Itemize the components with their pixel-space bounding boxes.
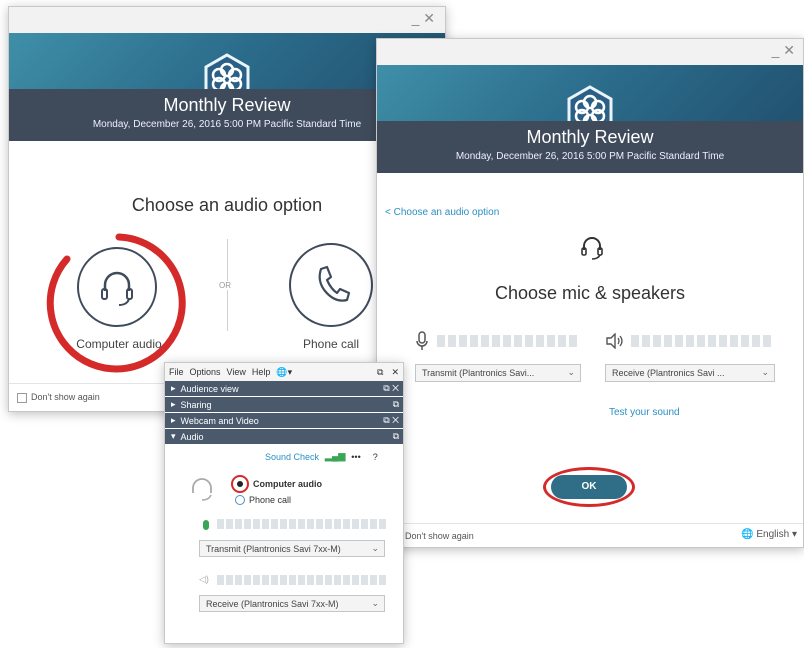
mic-active-icon [203,520,209,530]
radio-phone-label: Phone call [249,495,292,505]
language-selector[interactable]: 🌐 English ▾ [741,529,797,540]
headset-icon [581,237,603,260]
panel-menubar: File Options View Help 🌐▾ ⧉ ✕ [165,363,403,381]
dont-show-label: Don't show again [31,392,100,402]
menu-help[interactable]: Help [252,367,271,377]
panel-row-audience-view[interactable]: ▸ Audience view ⧉ ✕ [165,381,403,396]
phone-call-label: Phone call [302,337,360,351]
window2-meeting-title: Monthly Review [526,127,654,147]
chevron-down-icon: ⌄ [761,367,769,377]
mic-speakers-window: _ ✕ Monthly Review Monday, December 26, … [376,38,804,548]
window1-titlebar: _ ✕ [9,7,445,33]
panel-transmit-meter [217,519,386,529]
microphone-icon [415,331,429,351]
speaker-icon: ◁) [199,574,209,584]
dont-show-label[interactable]: Don't show again [405,531,474,541]
radio-computer-label: Computer audio [253,479,322,489]
globe-icon: 🌐 [741,529,754,540]
menu-file[interactable]: File [169,367,184,377]
receive-device-select[interactable]: Receive (Plantronics Savi ... ⌄ [605,364,775,382]
menu-view[interactable]: View [227,367,246,377]
window2-footer: Don't show again 🌐 English ▾ [377,523,803,547]
panel-transmit-select[interactable]: Transmit (Plantronics Savi 7xx-M) ⌄ [199,540,385,557]
radio-selected-highlight [231,475,249,493]
panel-row-sharing[interactable]: ▸ Sharing ⧉ [165,397,403,412]
help-icon[interactable]: ? [373,452,378,462]
speaker-icon [605,332,625,350]
chevron-right-icon: ▸ [171,399,176,409]
globe-menu-icon[interactable]: 🌐▾ [276,367,292,378]
panel-row-controls[interactable]: ⧉ [393,431,399,442]
panel-row-controls[interactable]: ⧉ ✕ [383,415,399,426]
or-separator: OR [219,281,231,290]
restore-icon[interactable]: ⧉ [377,367,383,378]
chevron-right-icon: ▸ [171,383,176,393]
chevron-down-icon: ⌄ [567,367,575,377]
panel-row-label: Sharing [180,399,212,410]
radio-unselected [235,495,245,505]
panel-row-label: Audio [180,431,204,442]
window2-controls[interactable]: _ ✕ [772,42,795,59]
computer-audio-label: Computer audio [76,337,162,351]
receive-select-value: Receive (Plantronics Savi ... [612,368,725,378]
radio-computer-audio[interactable]: Computer audio [231,475,322,493]
transmit-level-meter [437,335,577,347]
test-sound-link[interactable]: Test your sound [609,407,680,418]
signal-strength-icon: ▂▄▆ [325,451,346,461]
transmit-select-value: Transmit (Plantronics Savi... [422,368,535,378]
ok-button[interactable]: OK [551,475,627,499]
menu-options[interactable]: Options [190,367,221,377]
phone-call-option[interactable]: Phone call [279,243,383,363]
chevron-down-icon: ⌄ [371,543,379,553]
panel-row-controls[interactable]: ⧉ ✕ [383,383,399,394]
panel-receive-meter [217,575,386,585]
sound-check-bar: Sound Check ▂▄▆ ••• ? [265,451,378,462]
panel-row-controls[interactable]: ⧉ [393,399,399,410]
headset-icon [192,478,212,501]
window1-controls[interactable]: _ ✕ [412,10,435,27]
caret-down-icon: ▾ [791,529,797,540]
computer-audio-option[interactable]: Computer audio [45,229,193,377]
panel-row-webcam-video[interactable]: ▸ Webcam and Video ⧉ ✕ [165,413,403,428]
audio-panel: File Options View Help 🌐▾ ⧉ ✕ ▸ Audience … [164,362,404,644]
panel-row-label: Webcam and Video [180,415,259,426]
panel-receive-select[interactable]: Receive (Plantronics Savi 7xx-M) ⌄ [199,595,385,612]
back-link[interactable]: < Choose an audio option [385,207,499,218]
more-options-icon[interactable]: ••• [351,452,360,462]
transmit-device-select[interactable]: Transmit (Plantronics Savi... ⌄ [415,364,581,382]
panel-row-label: Audience view [180,383,239,394]
language-label: English [756,529,790,540]
chevron-down-icon: ▾ [171,431,176,441]
close-icon[interactable]: ✕ [391,367,399,378]
radio-selected-dot [237,481,243,487]
dont-show-checkbox[interactable] [17,392,27,403]
panel-receive-value: Receive (Plantronics Savi 7xx-M) [206,599,339,609]
receive-level-meter [631,335,771,347]
sound-check-link[interactable]: Sound Check [265,452,319,462]
panel-transmit-value: Transmit (Plantronics Savi 7xx-M) [206,544,341,554]
mic-speakers-heading: Choose mic & speakers [494,283,686,303]
phone-icon [289,243,373,327]
chevron-down-icon: ⌄ [371,598,379,608]
headset-icon [77,247,157,327]
window2-meeting-datetime: Monday, December 26, 2016 5:00 PM Pacifi… [455,151,725,162]
chevron-right-icon: ▸ [171,415,176,425]
window2-titlebar: _ ✕ [377,39,803,65]
radio-phone-call[interactable]: Phone call [235,495,291,505]
panel-row-audio[interactable]: ▾ Audio ⧉ [165,429,403,444]
window2-banner-info: Monthly Review Monday, December 26, 2016… [377,121,803,173]
